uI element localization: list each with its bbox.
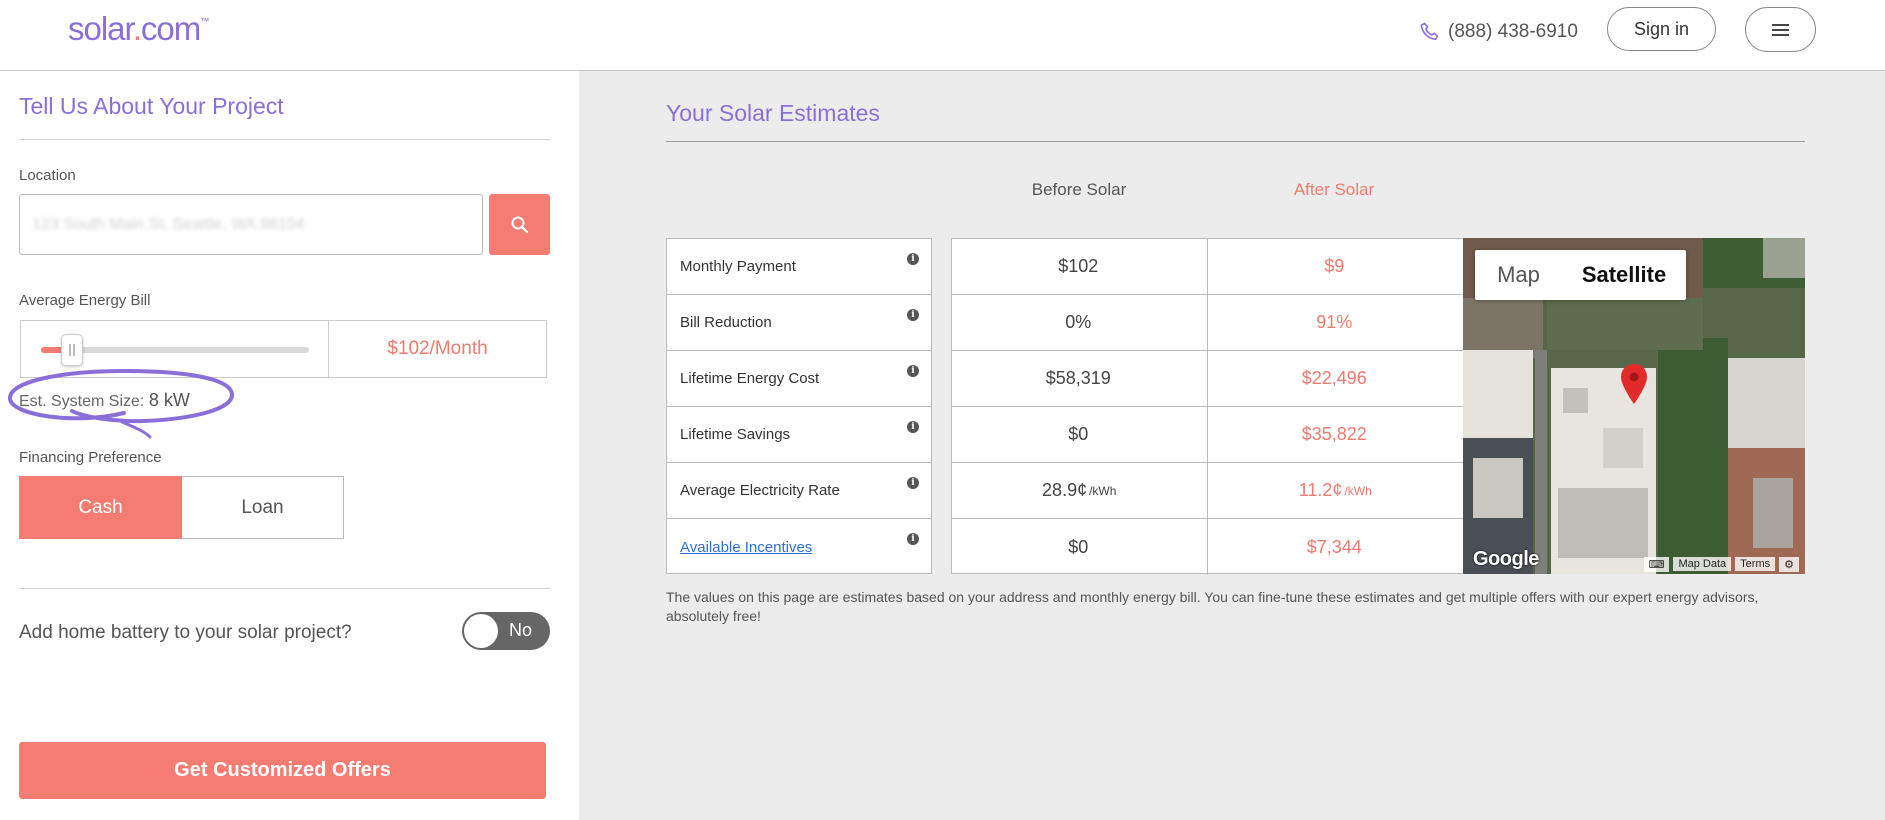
site-header: solar.com™ (888) 438-6910 Sign in: [0, 0, 1885, 71]
table-row: $0 $35,822: [952, 407, 1463, 463]
toggle-knob: [464, 614, 498, 648]
satellite-map[interactable]: Map Satellite Google ⌨ Map Data Terms ⚙: [1463, 238, 1805, 574]
divider: [666, 141, 1805, 142]
map-type-control: Map Satellite: [1475, 250, 1686, 300]
table-row: 28.9¢/kWh 11.2¢/kWh: [952, 463, 1463, 519]
map-data-link[interactable]: Map Data: [1673, 557, 1732, 571]
divider: [19, 588, 550, 589]
cash-button[interactable]: Cash: [19, 476, 182, 539]
project-form-panel: Tell Us About Your Project Location 123 …: [0, 71, 579, 820]
location-input[interactable]: 123 South Main St, Seattle, WA 98104: [19, 194, 483, 255]
after-solar-header: After Solar: [1293, 180, 1375, 199]
after-value: $9: [1324, 256, 1345, 276]
before-value: $0: [952, 407, 1208, 462]
table-row: Available Incentives i: [667, 519, 931, 575]
disclaimer-text: The values on this page are estimates ba…: [666, 589, 1759, 624]
info-icon[interactable]: i: [907, 309, 919, 321]
satellite-view-button[interactable]: Satellite: [1562, 250, 1686, 300]
table-row: Monthly Payment i: [667, 239, 931, 295]
slider-handle[interactable]: [61, 334, 84, 366]
battery-toggle[interactable]: No: [462, 612, 550, 650]
after-value: $7,344: [1306, 536, 1362, 557]
annotation-circle: [8, 368, 235, 439]
toggle-label: No: [508, 620, 532, 640]
hamburger-menu-button[interactable]: [1745, 7, 1816, 52]
terms-link[interactable]: Terms: [1735, 557, 1776, 571]
get-offers-button[interactable]: Get Customized Offers: [19, 742, 546, 799]
phone-icon: [1420, 22, 1439, 41]
available-incentives-link[interactable]: Available Incentives: [680, 539, 812, 556]
after-value: 91%: [1316, 312, 1353, 332]
phone-link[interactable]: (888) 438-6910: [1418, 20, 1578, 44]
after-value: 11.2¢/kWh: [1298, 480, 1372, 500]
loan-button[interactable]: Loan: [182, 476, 344, 539]
table-row: $58,319 $22,496: [952, 351, 1463, 407]
before-value: $0: [952, 519, 1208, 575]
table-row: 0% 91%: [952, 295, 1463, 351]
before-value: $102: [952, 239, 1208, 294]
before-value: $58,319: [952, 351, 1208, 406]
after-value: $22,496: [1301, 368, 1367, 388]
phone-number: (888) 438-6910: [1448, 21, 1578, 42]
search-button[interactable]: [489, 194, 550, 255]
info-icon[interactable]: i: [907, 421, 919, 433]
before-value: 0%: [952, 295, 1208, 350]
search-icon: [511, 216, 528, 233]
map-footer: ⌨ Map Data Terms ⚙: [1463, 554, 1805, 574]
map-view-button[interactable]: Map: [1475, 250, 1562, 300]
energy-bill-label: Average Energy Bill: [19, 292, 151, 309]
info-icon[interactable]: i: [907, 253, 919, 265]
info-icon[interactable]: i: [907, 533, 919, 545]
form-title: Tell Us About Your Project: [19, 93, 284, 119]
report-icon[interactable]: ⚙: [1779, 556, 1799, 572]
before-value: 28.9¢/kWh: [952, 463, 1208, 518]
table-row: Average Electricity Rate i: [667, 463, 931, 519]
keyboard-icon[interactable]: ⌨: [1643, 556, 1670, 572]
table-row: Bill Reduction i: [667, 295, 931, 351]
table-row: $0 $7,344: [952, 519, 1463, 575]
info-icon[interactable]: i: [907, 365, 919, 377]
table-row: Lifetime Energy Cost i: [667, 351, 931, 407]
map-pin-icon: [1621, 364, 1647, 404]
divider: [19, 139, 550, 140]
info-icon[interactable]: i: [907, 477, 919, 489]
table-row: $102 $9: [952, 239, 1463, 295]
energy-bill-value: $102/Month: [328, 320, 547, 378]
table-row: Lifetime Savings i: [667, 407, 931, 463]
estimates-title: Your Solar Estimates: [666, 100, 880, 126]
solar-logo[interactable]: solar.com™: [68, 10, 209, 48]
after-value: $35,822: [1301, 424, 1367, 444]
sign-in-button[interactable]: Sign in: [1607, 7, 1716, 51]
battery-question: Add home battery to your solar project?: [19, 622, 352, 643]
estimate-labels-table: Monthly Payment i Bill Reduction i Lifetim…: [666, 238, 932, 574]
financing-toggle: Cash Loan: [19, 476, 344, 539]
location-label: Location: [19, 167, 76, 184]
financing-label: Financing Preference: [19, 449, 162, 466]
menu-icon: [1772, 28, 1789, 31]
estimate-values-table: $102 $9 0% 91% $58,319 $22,496 $0 $35,82…: [951, 238, 1464, 575]
before-solar-header: Before Solar: [1031, 180, 1127, 199]
